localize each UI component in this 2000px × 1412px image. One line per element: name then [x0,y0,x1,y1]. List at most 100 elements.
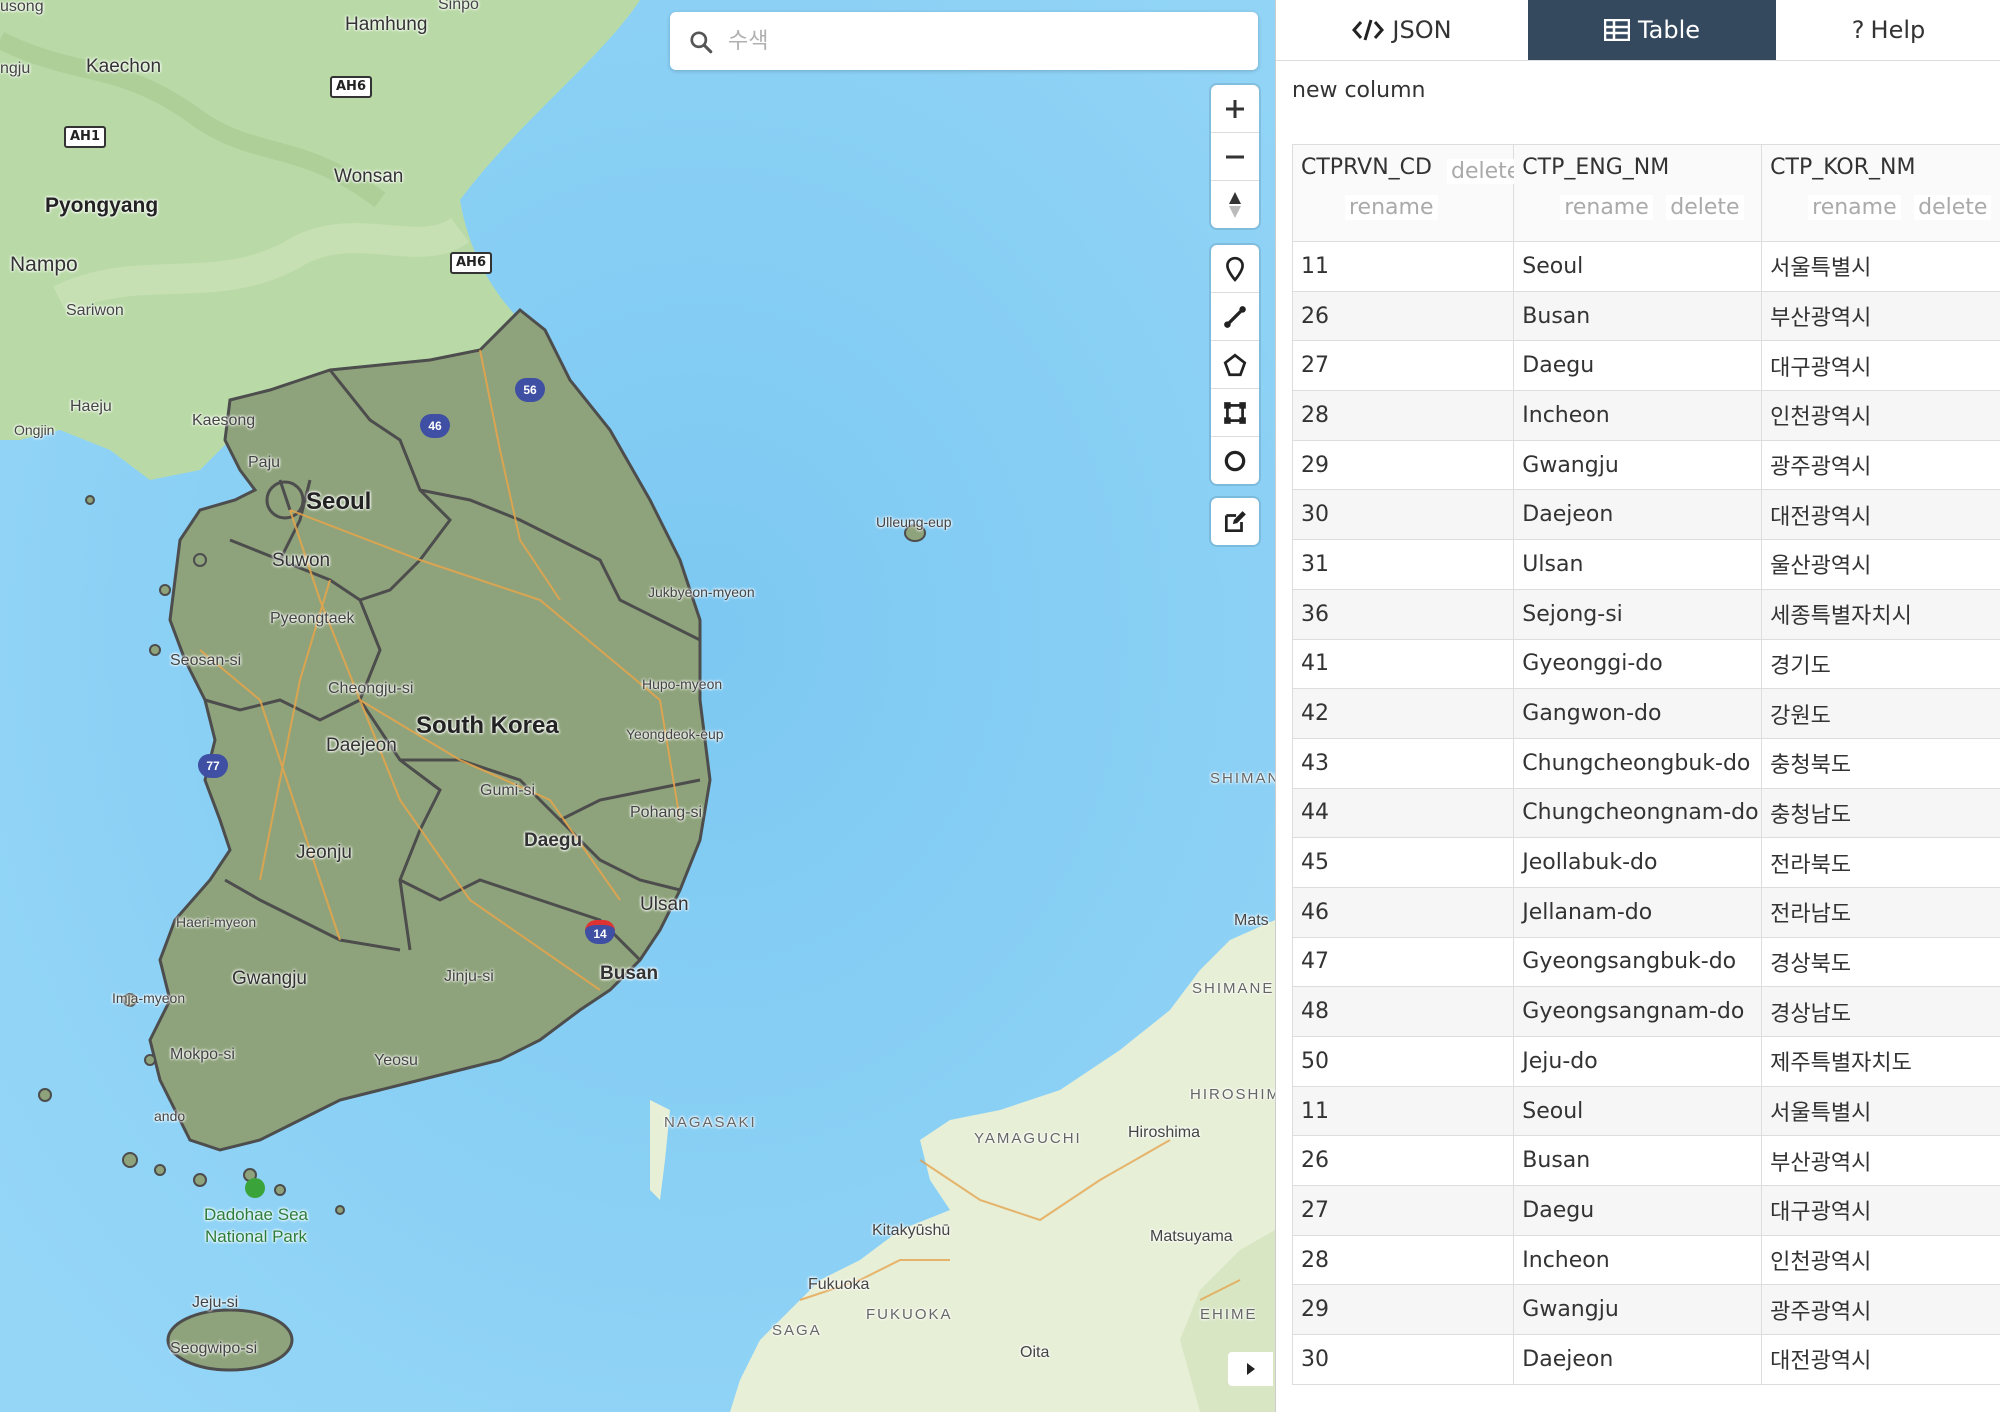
table-cell[interactable]: 30 [1291,489,1515,541]
plus-icon [1226,99,1244,118]
table-cell[interactable]: Busan [1513,1135,1763,1187]
tab-table[interactable]: Table [1528,0,1776,60]
table-cell[interactable]: 42 [1291,688,1515,739]
table-cell[interactable]: 11 [1291,241,1515,292]
search-input[interactable] [726,20,1240,62]
table-cell[interactable]: 26 [1291,290,1515,342]
table-cell[interactable]: 경상남도 [1761,986,2000,1037]
table-cell[interactable]: 47 [1291,936,1515,988]
map-label-jeju: Jeju-si [192,1294,239,1311]
table-cell[interactable]: Daegu [1513,1185,1763,1236]
table-cell[interactable]: 경기도 [1761,638,2000,690]
table-cell[interactable]: Incheon [1513,390,1763,441]
table-cell[interactable]: 41 [1291,638,1515,690]
draw-line-button[interactable] [1211,293,1259,341]
table-cell[interactable]: 46 [1291,886,1515,938]
zoom-in-button[interactable] [1211,85,1259,133]
draw-point-button[interactable] [1211,245,1259,293]
table-cell[interactable]: Gwangju [1513,439,1763,491]
search-box[interactable] [670,12,1258,70]
table-cell[interactable]: Daejeon [1513,1334,1763,1385]
table-cell[interactable]: 서울특별시 [1761,1085,2000,1137]
table-cell[interactable]: 세종특별자치시 [1761,588,2000,640]
table-cell[interactable]: Gyeonggi-do [1513,638,1763,690]
draw-circle-button[interactable] [1211,437,1259,484]
table-cell[interactable]: 31 [1291,539,1515,590]
zoom-out-button[interactable] [1211,133,1259,181]
table-cell[interactable]: 부산광역시 [1761,290,2000,342]
table-cell[interactable]: 경상북도 [1761,936,2000,988]
tab-help[interactable]: ? Help [1776,0,2000,60]
table-cell[interactable]: 대전광역시 [1761,489,2000,541]
table-cell[interactable]: 강원도 [1761,688,2000,739]
map-label-hupo: Hupo-myeon [642,676,723,692]
table-cell[interactable]: 29 [1291,1284,1515,1336]
table-cell[interactable]: 대전광역시 [1761,1334,2000,1385]
tab-json[interactable]: JSON [1276,0,1528,60]
table-cell[interactable]: Gangwon-do [1513,688,1763,739]
table-cell[interactable]: Gyeongsangbuk-do [1513,936,1763,988]
table-cell[interactable]: 48 [1291,986,1515,1037]
table-cell[interactable]: 45 [1291,837,1515,888]
table-cell[interactable]: Jellanam-do [1513,886,1763,938]
delete-column-button[interactable]: delete [1447,159,1525,184]
table-cell[interactable]: Seoul [1513,1085,1763,1137]
table-cell[interactable]: 27 [1291,340,1515,392]
table-cell[interactable]: 인천광역시 [1761,390,2000,441]
draw-rectangle-button[interactable] [1211,389,1259,437]
table-cell[interactable]: 인천광역시 [1761,1234,2000,1286]
table-cell[interactable]: Chungcheongnam-do [1513,787,1763,839]
compass-button[interactable] [1211,181,1259,228]
table-cell[interactable]: Chungcheongbuk-do [1513,737,1763,789]
table-cell[interactable]: Gwangju [1513,1284,1763,1336]
table-cell[interactable]: 전라북도 [1761,837,2000,888]
table-cell[interactable]: 11 [1291,1085,1515,1137]
table-cell[interactable]: Daegu [1513,340,1763,392]
table-cell[interactable]: 27 [1291,1185,1515,1236]
table-cell[interactable]: 44 [1291,787,1515,839]
tab-help-label: Help [1870,16,1926,44]
table-cell[interactable]: Seoul [1513,241,1763,292]
table-cell[interactable]: 28 [1291,1234,1515,1286]
delete-column-button[interactable]: delete [1914,195,1992,220]
table-cell[interactable]: Incheon [1513,1234,1763,1286]
map-label-oita: Oita [1020,1344,1050,1361]
table-cell[interactable]: 울산광역시 [1761,539,2000,590]
edit-button[interactable] [1211,498,1259,545]
table-cell[interactable]: Ulsan [1513,539,1763,590]
rename-column-button[interactable]: rename [1808,195,1901,220]
table-cell[interactable]: Jeju-do [1513,1036,1763,1087]
table-cell[interactable]: Jeollabuk-do [1513,837,1763,888]
rename-column-button[interactable]: rename [1560,195,1653,220]
new-column-button[interactable]: new column [1292,78,1425,103]
table-cell[interactable]: 광주광역시 [1761,1284,2000,1336]
table-cell[interactable]: 충청북도 [1761,737,2000,789]
table-cell[interactable]: 43 [1291,737,1515,789]
table-cell[interactable]: 충청남도 [1761,787,2000,839]
table-cell[interactable]: Busan [1513,290,1763,342]
table-cell[interactable]: 29 [1291,439,1515,491]
table-body: 11 Seoul 서울특별시 26 Busan 부산광역시 27 Daegu 대구광역시 28 In… [1291,241,2000,1385]
table-cell[interactable]: 26 [1291,1135,1515,1187]
table-cell[interactable]: 대구광역시 [1761,1185,2000,1236]
table-cell[interactable]: 제주특별자치도 [1761,1036,2000,1087]
map-label-paju: Paju [248,454,281,471]
rectangle-icon [1224,401,1246,424]
draw-polygon-button[interactable] [1211,341,1259,389]
table-cell[interactable]: Gyeongsangnam-do [1513,986,1763,1037]
table-cell[interactable]: Daejeon [1513,489,1763,541]
table-cell[interactable]: 전라남도 [1761,886,2000,938]
map-canvas[interactable]: Hamhung Sinpo usong ngju Kaechon Pyongya… [0,0,1275,1412]
rename-column-button[interactable]: rename [1345,195,1438,220]
table-cell[interactable]: 부산광역시 [1761,1135,2000,1187]
table-cell[interactable]: 50 [1291,1036,1515,1087]
table-cell[interactable]: 서울특별시 [1761,241,2000,292]
delete-column-button[interactable]: delete [1666,195,1744,220]
table-cell[interactable]: 대구광역시 [1761,340,2000,392]
table-cell[interactable]: 28 [1291,390,1515,441]
table-cell[interactable]: 36 [1291,588,1515,640]
table-cell[interactable]: 광주광역시 [1761,439,2000,491]
table-cell[interactable]: Sejong-si [1513,588,1763,640]
collapse-panel-button[interactable] [1228,1352,1273,1386]
table-cell[interactable]: 30 [1291,1334,1515,1385]
